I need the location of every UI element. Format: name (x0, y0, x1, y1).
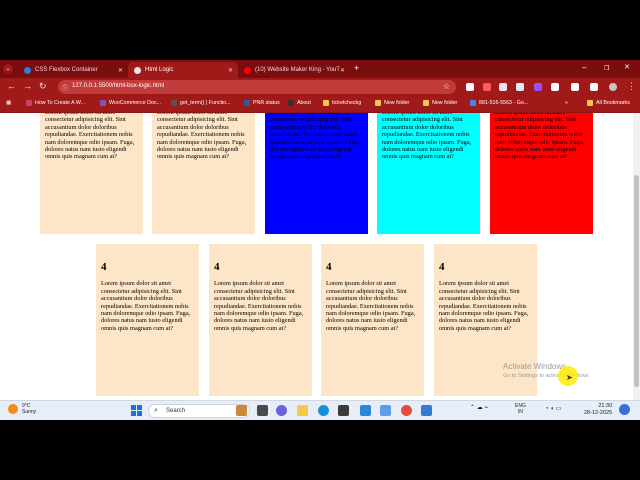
box-heading: 4 (326, 261, 332, 273)
bookmark-item[interactable]: WooCommerce Doc... (100, 100, 161, 106)
tab-html-logic[interactable]: Html Logic ✕ (128, 62, 238, 78)
app-icon[interactable] (360, 405, 371, 416)
desktop-screen: ⌄ CSS Flexbox Container ✕ Html Logic ✕ (… (0, 60, 640, 420)
notification-icon[interactable] (619, 404, 630, 415)
close-icon[interactable]: ✕ (118, 67, 123, 74)
window-close-icon[interactable]: ✕ (624, 63, 630, 71)
reload-icon[interactable]: ↻ (39, 81, 47, 92)
apps-grid-icon[interactable]: ▦ (6, 100, 11, 106)
close-icon[interactable]: ✕ (228, 67, 233, 74)
chat-icon[interactable] (276, 405, 287, 416)
tab-css-flexbox[interactable]: CSS Flexbox Container ✕ (18, 62, 128, 78)
chrome-icon[interactable] (401, 405, 412, 416)
bookmark-item[interactable]: get_term() | Functio... (171, 100, 231, 106)
more-bookmarks-icon[interactable]: » (565, 100, 568, 106)
tab-youtube[interactable]: (10) Website Maker King - YouT ✕ (238, 62, 350, 78)
weather-widget[interactable]: 9°C Sunny (8, 403, 36, 415)
system-tray[interactable]: ⌃ ☁ ⌁ (470, 404, 488, 411)
sun-icon (8, 404, 18, 414)
box-item: 4 Lorem ipsum dolor sit amet consectetur … (96, 244, 199, 396)
vscode-icon[interactable] (421, 405, 432, 416)
tab-favicon-icon (134, 66, 141, 74)
wifi-volume-battery-icons[interactable]: ◔ ◖ ▭ (545, 405, 561, 412)
bookmark-item[interactable]: New folder (423, 100, 457, 106)
bookmark-item[interactable]: ticketcheckg (323, 100, 361, 106)
bookmark-favicon-icon (26, 100, 32, 106)
bookmark-item[interactable]: PNR status (244, 100, 280, 106)
sidebar-icon[interactable] (590, 83, 598, 91)
folder-icon (323, 100, 329, 106)
clock[interactable]: 21:30 28-12-2025 (584, 403, 612, 417)
windows-start-icon[interactable] (131, 405, 142, 416)
box-heading: 4 (101, 261, 107, 273)
box-item: Lorem ipsum dolor sit amet consectetur a… (152, 113, 255, 234)
extension-icon[interactable] (534, 83, 542, 91)
new-tab-icon[interactable]: + (354, 63, 359, 73)
folder-icon (423, 100, 429, 106)
extensions-puzzle-icon[interactable] (551, 83, 559, 91)
bookmark-favicon-icon (244, 100, 250, 106)
address-bar[interactable]: ⓘ 127.0.0.1:5500/html-box-logic.html ☆ (58, 80, 456, 94)
bookmark-star-icon[interactable]: ☆ (443, 82, 450, 91)
tab-favicon-icon (24, 66, 31, 74)
store-icon[interactable] (338, 405, 349, 416)
search-icon: ⌕ (154, 407, 158, 414)
bookmark-favicon-icon (470, 100, 476, 106)
extension-icon[interactable] (516, 83, 524, 91)
bookmark-favicon-icon (171, 100, 177, 106)
avatar[interactable] (609, 83, 617, 91)
file-explorer-icon[interactable] (297, 405, 308, 416)
box-item: Lorem ipsum dolor sit amet consectetur a… (377, 113, 480, 234)
box-item: Lorem ipsum dolor sit amet consectetur a… (265, 113, 368, 234)
all-bookmarks[interactable]: All Bookmarks (587, 100, 630, 106)
page-viewport: Lorem ipsum dolor sit amet consectetur a… (0, 113, 633, 400)
tab-search-icon[interactable]: ⌄ (3, 64, 13, 74)
bookmark-item[interactable]: About (288, 100, 311, 106)
box-heading: 4 (439, 261, 445, 273)
box-item: Lorem ipsum dolor sit amet consectetur a… (490, 113, 593, 234)
activate-windows-title: Activate Windows (503, 362, 567, 371)
box-item: Lorem ipsum dolor sit amet consectetur a… (40, 113, 143, 234)
extension-icon[interactable] (466, 83, 474, 91)
navigation-bar: ← → ↻ ⓘ 127.0.0.1:5500/html-box-logic.ht… (0, 78, 640, 96)
bookmark-favicon-icon (288, 100, 294, 106)
bookmark-favicon-icon (100, 100, 106, 106)
edge-icon[interactable] (318, 405, 329, 416)
language-indicator[interactable]: ENG IN (515, 403, 526, 415)
box-item: 4 Lorem ipsum dolor sit amet consectetur … (321, 244, 424, 396)
maximize-icon[interactable]: ❐ (604, 65, 609, 72)
extension-icon[interactable] (499, 83, 507, 91)
downloads-icon[interactable] (571, 83, 579, 91)
app-icon[interactable] (380, 405, 391, 416)
url-text: 127.0.0.1:5500/html-box-logic.html (72, 83, 165, 89)
bookmarks-bar: ▦ How To Create A W... WooCommerce Doc..… (0, 96, 640, 113)
menu-icon[interactable]: ⋮ (627, 81, 636, 92)
forward-icon[interactable]: → (23, 81, 32, 91)
folder-icon (375, 100, 381, 106)
taskbar-search[interactable]: ⌕ Search (148, 404, 250, 418)
scrollbar-thumb[interactable] (634, 175, 639, 387)
tab-favicon-icon (244, 66, 251, 74)
box-heading: 4 (214, 261, 220, 273)
box-item: 4 Lorem ipsum dolor sit amet consectetur … (209, 244, 312, 396)
taskbar: 9°C Sunny ⌕ Search ⌃ ☁ ⌁ ENG IN ◔ ◖ ▭ 21:3… (0, 400, 640, 420)
extension-icon[interactable] (483, 83, 491, 91)
mouse-pointer-icon: ➤ (566, 373, 573, 382)
bookmark-item[interactable]: New folder (375, 100, 409, 106)
tab-strip: ⌄ CSS Flexbox Container ✕ Html Logic ✕ (… (0, 60, 640, 78)
close-icon[interactable]: ✕ (340, 67, 345, 74)
folder-icon (587, 100, 593, 106)
minimize-icon[interactable]: – (582, 63, 586, 72)
paint-app-icon[interactable] (236, 405, 247, 416)
task-view-icon[interactable] (257, 405, 268, 416)
site-info-icon[interactable]: ⓘ (62, 83, 68, 92)
scrollbar[interactable] (633, 113, 640, 400)
bookmark-item[interactable]: How To Create A W... (26, 100, 85, 106)
bookmark-item[interactable]: 881-516-5563 - Go... (470, 100, 528, 106)
back-icon[interactable]: ← (7, 81, 16, 91)
